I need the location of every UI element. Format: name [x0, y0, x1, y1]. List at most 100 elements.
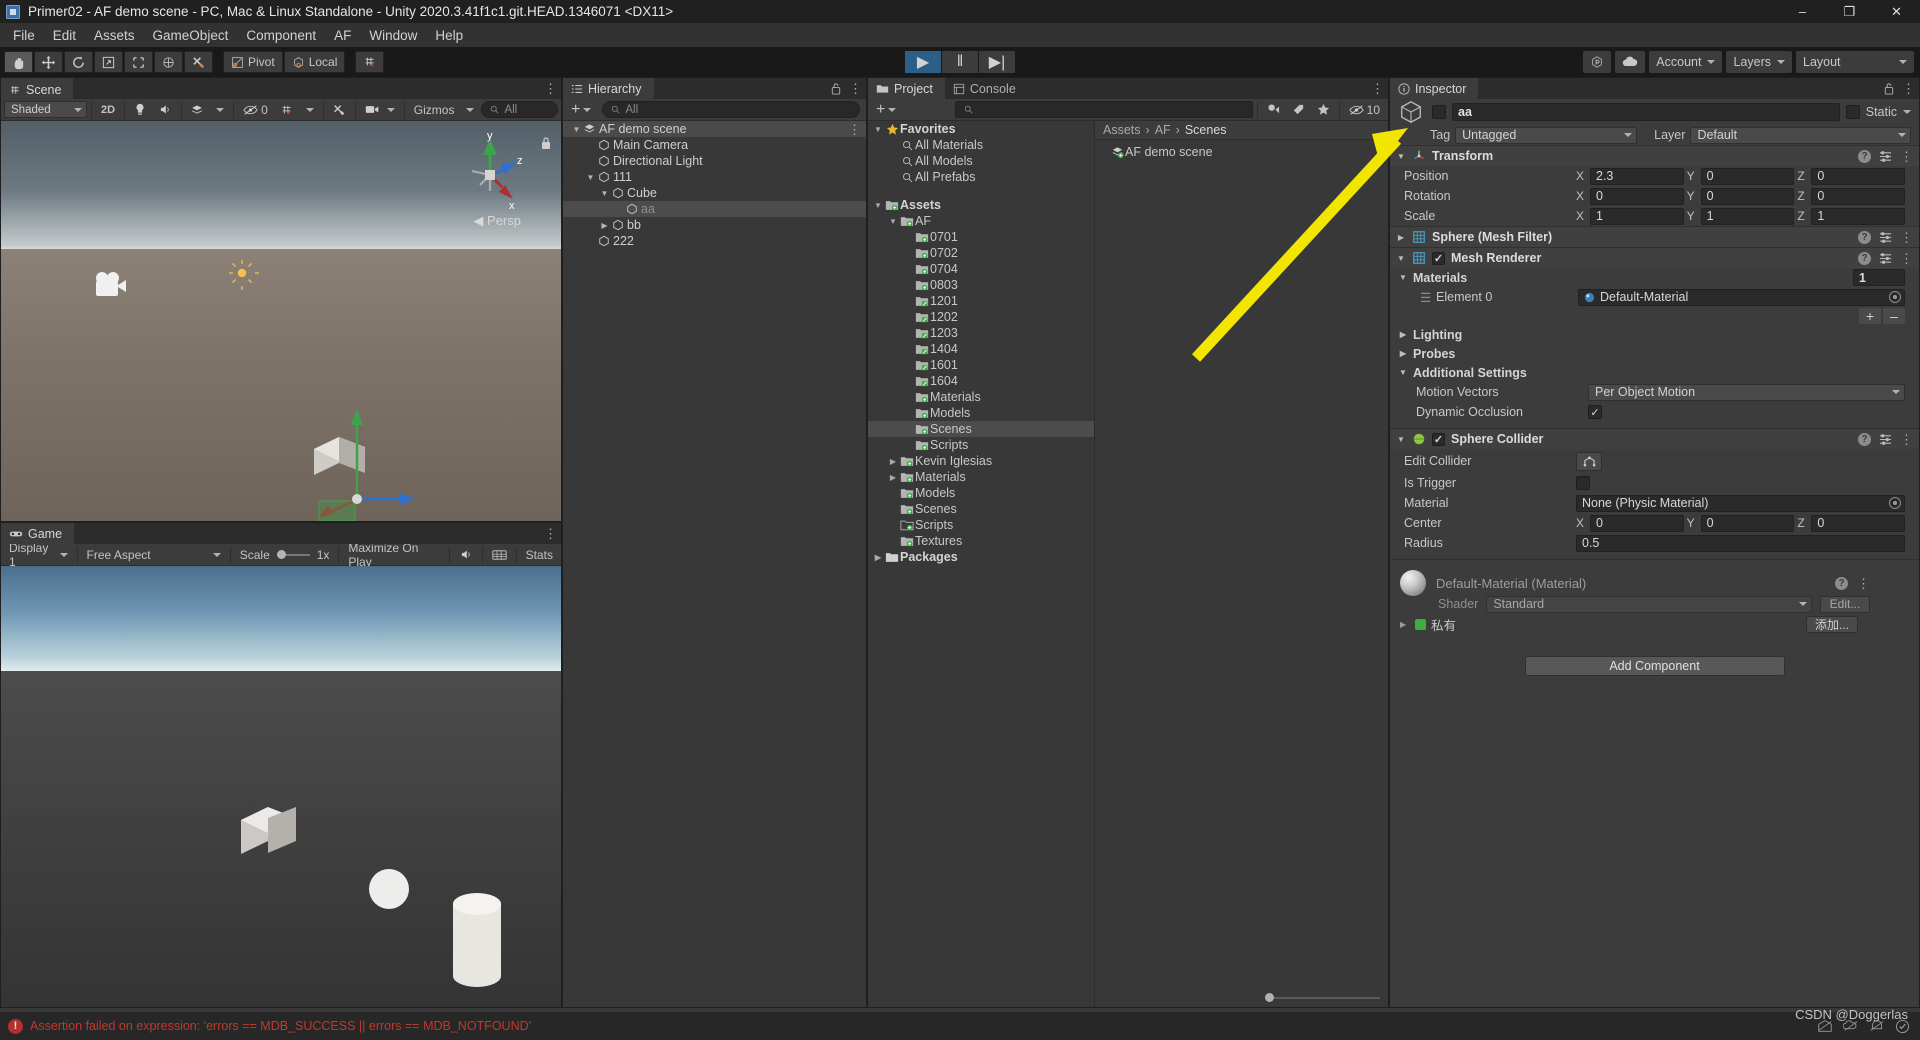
cloud-services-button[interactable] — [1615, 51, 1646, 73]
hierarchy-search-input[interactable]: All — [602, 101, 860, 118]
aspect-dropdown[interactable]: Free Aspect — [82, 546, 226, 564]
hierarchy-row[interactable]: aa — [563, 201, 866, 217]
tab-inspector[interactable]: Inspector — [1390, 78, 1479, 99]
dynamic-occlusion-checkbox[interactable]: ✓ — [1588, 405, 1602, 419]
filter-by-type-icon[interactable] — [1262, 101, 1285, 119]
expand-triangle-icon[interactable]: ▶ — [887, 473, 899, 482]
collab-button[interactable] — [1583, 51, 1612, 73]
scene-axis-gizmo[interactable]: y z x — [447, 129, 533, 215]
mute-audio-icon[interactable] — [454, 546, 478, 564]
expand-triangle-icon[interactable]: ▶ — [887, 457, 899, 466]
help-icon[interactable]: ? — [1858, 251, 1871, 265]
lighting-foldout[interactable]: ▶ Lighting — [1390, 325, 1919, 344]
close-button[interactable]: ✕ — [1873, 0, 1920, 23]
collapse-triangle-icon[interactable]: ▼ — [1396, 152, 1406, 161]
scene-viewport[interactable]: y z x ◀ Persp — [1, 121, 561, 521]
favorites-star-icon[interactable] — [1312, 101, 1335, 119]
lock-icon[interactable] — [1883, 82, 1895, 95]
collapse-triangle-icon[interactable]: ▼ — [1396, 254, 1406, 263]
project-tree-row[interactable]: ▼ Favorites — [868, 121, 1094, 137]
project-tree-row[interactable]: Scripts — [868, 517, 1094, 533]
project-visibility-toggle[interactable]: 10 — [1344, 101, 1385, 119]
filter-by-label-icon[interactable] — [1287, 101, 1310, 119]
project-tree-row[interactable]: 1203 — [868, 325, 1094, 341]
rotate-tool-button[interactable] — [64, 51, 93, 73]
hierarchy-row[interactable]: Directional Light — [563, 153, 866, 169]
hierarchy-row[interactable]: Main Camera — [563, 137, 866, 153]
tag-dropdown[interactable]: Untagged — [1455, 126, 1638, 144]
rotation-y-input[interactable]: 0 — [1700, 187, 1795, 205]
game-viewport[interactable] — [1, 566, 561, 1007]
help-icon[interactable]: ? — [1858, 432, 1871, 446]
motion-vectors-dropdown[interactable]: Per Object Motion — [1588, 383, 1905, 401]
account-dropdown[interactable]: Account — [1649, 51, 1723, 73]
breadcrumb-scenes[interactable]: Scenes — [1185, 123, 1227, 137]
add-material-button[interactable]: + — [1859, 308, 1881, 324]
tab-scene[interactable]: Scene — [1, 78, 74, 99]
project-tree-row[interactable]: Scripts — [868, 437, 1094, 453]
project-tree-row[interactable]: All Materials — [868, 137, 1094, 153]
static-checkbox[interactable] — [1845, 105, 1860, 119]
scene-grid-snap-icon[interactable] — [275, 101, 299, 119]
inspector-menu-kebab-icon[interactable]: ⋮ — [1902, 82, 1915, 95]
material-object-field[interactable]: Default-Material — [1578, 288, 1905, 306]
expand-triangle-icon[interactable]: ▶ — [872, 553, 884, 562]
move-tool-button[interactable] — [34, 51, 63, 73]
additional-settings-foldout[interactable]: ▼ Additional Settings — [1390, 363, 1919, 382]
probes-foldout[interactable]: ▶ Probes — [1390, 344, 1919, 363]
scale-x-input[interactable]: 1 — [1590, 207, 1684, 225]
preset-icon[interactable] — [1879, 231, 1892, 244]
scene-audio-icon[interactable] — [153, 101, 177, 119]
scene-camera-icon[interactable] — [360, 101, 400, 119]
scene-menu-kebab-icon[interactable]: ⋮ — [544, 82, 557, 95]
collapse-triangle-icon[interactable]: ▼ — [585, 173, 596, 182]
gameobject-active-checkbox[interactable] — [1432, 105, 1446, 119]
help-icon[interactable]: ? — [1835, 576, 1848, 590]
preset-icon[interactable] — [1879, 150, 1892, 163]
project-tree-row[interactable]: All Prefabs — [868, 169, 1094, 185]
scene-search-input[interactable]: All — [481, 101, 558, 118]
project-tree-row[interactable]: ▼ AF — [868, 213, 1094, 229]
maximize-on-play-button[interactable]: Maximize On Play — [343, 541, 444, 569]
play-button[interactable]: ▶ — [905, 51, 941, 73]
tab-project[interactable]: Project — [868, 78, 945, 99]
add-component-button[interactable]: Add Component — [1524, 656, 1785, 676]
component-header-mesh-filter[interactable]: ▶ Sphere (Mesh Filter) ? ⋮ — [1390, 226, 1919, 247]
hierarchy-add-button[interactable]: + — [566, 101, 596, 119]
stats-button[interactable]: Stats — [521, 546, 558, 564]
position-z-input[interactable]: 0 — [1811, 167, 1906, 185]
scene-fx-dropdown[interactable] — [211, 101, 229, 119]
maximize-button[interactable]: ❐ — [1826, 0, 1873, 23]
scale-z-input[interactable]: 1 — [1811, 207, 1906, 225]
scene-row-kebab-icon[interactable]: ⋮ — [848, 123, 861, 136]
pivot-toggle-button[interactable]: Pivot — [223, 51, 283, 73]
menu-item-help[interactable]: Help — [426, 25, 472, 46]
custom-editor-tool-button[interactable] — [184, 51, 213, 73]
material-kebab-icon[interactable]: ⋮ — [1857, 577, 1870, 590]
remove-material-button[interactable]: – — [1883, 308, 1905, 324]
hand-tool-button[interactable] — [4, 51, 33, 73]
scene-grid-dropdown[interactable] — [301, 101, 319, 119]
position-x-input[interactable]: 2.3 — [1590, 167, 1684, 185]
project-tree-row[interactable]: 1202 — [868, 309, 1094, 325]
hierarchy-row[interactable]: 222 — [563, 233, 866, 249]
project-tree-row[interactable]: Materials — [868, 389, 1094, 405]
layout-dropdown[interactable]: Layout — [1796, 51, 1914, 73]
project-tree-row[interactable]: Scenes — [868, 501, 1094, 517]
transform-tool-button[interactable] — [154, 51, 183, 73]
layers-dropdown[interactable]: Layers — [1726, 51, 1792, 73]
project-tree-row[interactable]: 0702 — [868, 245, 1094, 261]
scale-knob[interactable] — [276, 550, 286, 559]
hierarchy-row[interactable]: ▶ bb — [563, 217, 866, 233]
component-kebab-icon[interactable]: ⋮ — [1900, 433, 1913, 446]
preset-icon[interactable] — [1879, 433, 1892, 446]
static-dropdown-chevron-icon[interactable] — [1903, 110, 1911, 114]
rotation-x-input[interactable]: 0 — [1590, 187, 1684, 205]
physic-material-object-field[interactable]: None (Physic Material) — [1576, 494, 1905, 512]
help-icon[interactable]: ? — [1858, 149, 1871, 163]
hierarchy-row[interactable]: ▼ AF demo scene ⋮ — [563, 121, 866, 137]
lock-icon[interactable] — [830, 82, 842, 95]
scene-tools-icon[interactable] — [327, 101, 351, 119]
collapse-triangle-icon[interactable]: ▼ — [872, 125, 884, 134]
expand-triangle-icon[interactable]: ▶ — [1398, 330, 1408, 339]
